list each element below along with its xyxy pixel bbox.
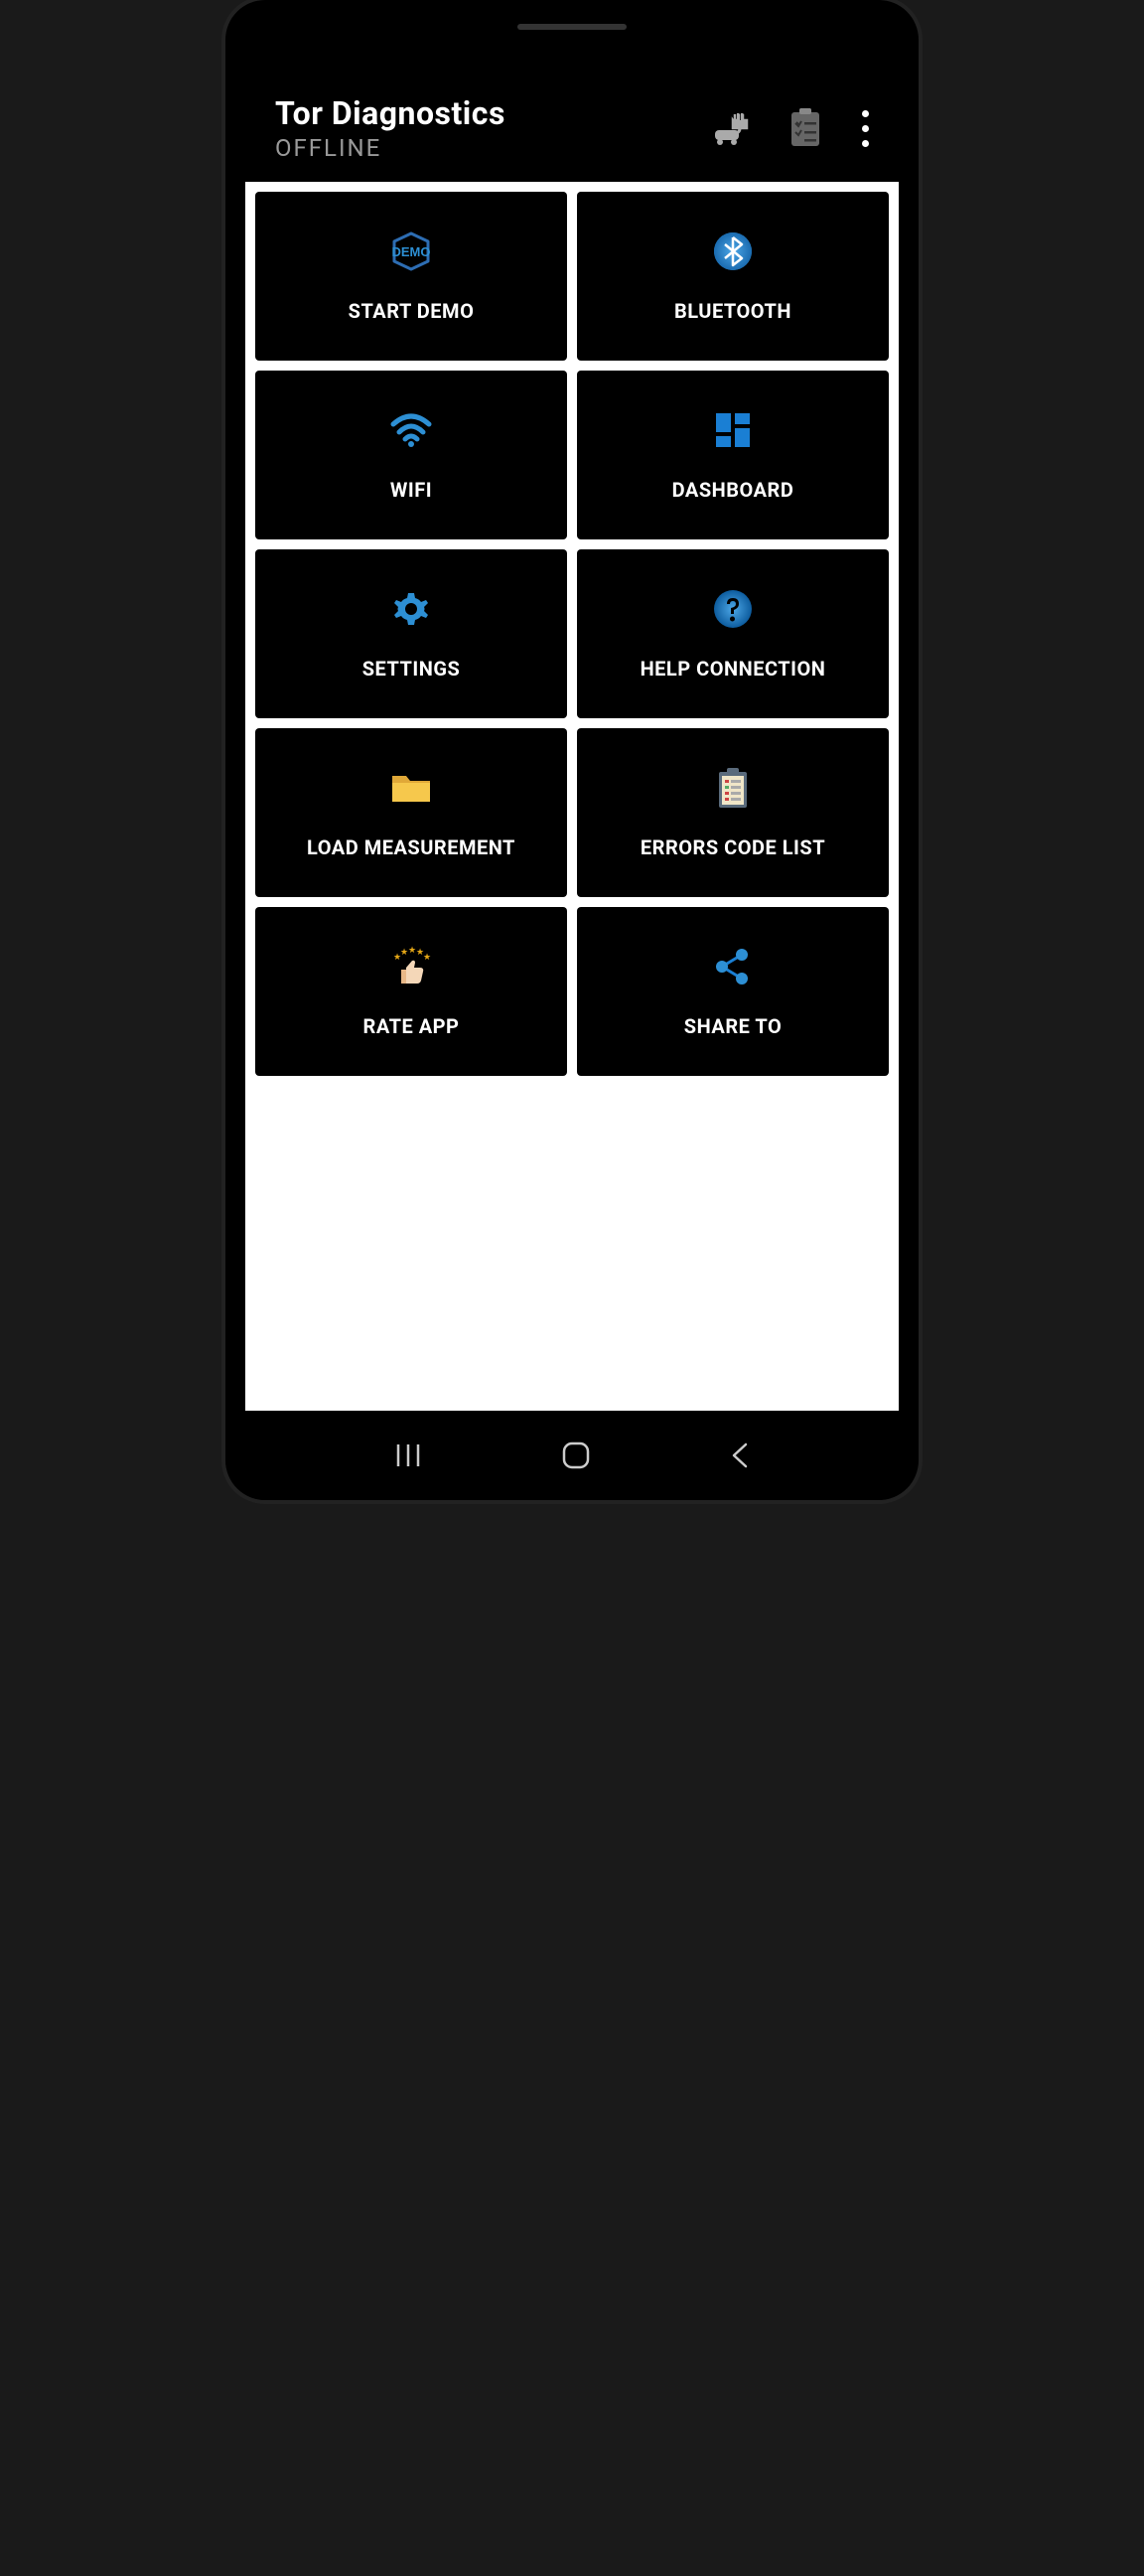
clipboard-errors-icon <box>715 766 751 810</box>
tile-label: START DEMO <box>349 299 475 323</box>
back-button[interactable] <box>730 1441 750 1469</box>
help-icon <box>713 587 753 631</box>
overflow-menu-button[interactable] <box>862 106 869 151</box>
share-to-tile[interactable]: SHARE TO <box>577 907 889 1076</box>
app-title: Tor Diagnostics <box>275 94 505 132</box>
start-demo-tile[interactable]: DEMO START DEMO <box>255 192 567 361</box>
svg-text:★: ★ <box>423 953 431 963</box>
settings-tile[interactable]: SETTINGS <box>255 549 567 718</box>
phone-frame: Tor Diagnostics OFFLINE <box>225 0 919 1500</box>
tile-label: SHARE TO <box>684 1014 782 1038</box>
tile-label: ERRORS CODE LIST <box>641 835 825 859</box>
demo-icon: DEMO <box>386 229 436 273</box>
wifi-tile[interactable]: WIFI <box>255 371 567 539</box>
tile-label: SETTINGS <box>362 657 461 681</box>
header-titles: Tor Diagnostics OFFLINE <box>275 94 505 162</box>
tile-label: HELP CONNECTION <box>641 657 826 681</box>
home-button[interactable] <box>561 1440 591 1470</box>
app-header: Tor Diagnostics OFFLINE <box>245 79 899 182</box>
errors-code-list-tile[interactable]: ERRORS CODE LIST <box>577 728 889 897</box>
tile-label: LOAD MEASUREMENT <box>307 835 515 859</box>
bluetooth-tile[interactable]: BLUETOOTH <box>577 192 889 361</box>
svg-text:★: ★ <box>408 946 416 956</box>
dashboard-tile[interactable]: DASHBOARD <box>577 371 889 539</box>
gear-icon <box>391 587 431 631</box>
tile-label: WIFI <box>390 478 432 502</box>
tile-label: RATE APP <box>363 1014 460 1038</box>
connection-status: OFFLINE <box>275 134 505 162</box>
rate-app-tile[interactable]: ★ ★ ★ ★ ★ RATE APP <box>255 907 567 1076</box>
menu-grid: DEMO START DEMO BLUETOOTH <box>255 192 889 1076</box>
screen: Tor Diagnostics OFFLINE <box>245 20 899 1500</box>
main-content: DEMO START DEMO BLUETOOTH <box>245 182 899 1411</box>
obd-connector-icon[interactable] <box>709 108 749 148</box>
task-list-icon[interactable] <box>788 108 822 148</box>
svg-text:★: ★ <box>400 948 408 958</box>
header-actions <box>709 106 869 151</box>
wifi-icon <box>389 408 433 452</box>
folder-icon <box>389 766 433 810</box>
svg-text:DEMO: DEMO <box>392 244 431 259</box>
recents-button[interactable] <box>394 1442 422 1468</box>
help-connection-tile[interactable]: HELP CONNECTION <box>577 549 889 718</box>
tile-label: BLUETOOTH <box>674 299 791 323</box>
tile-label: DASHBOARD <box>672 478 794 502</box>
system-nav-bar <box>245 1411 899 1500</box>
rate-icon: ★ ★ ★ ★ ★ <box>387 945 435 988</box>
load-measurement-tile[interactable]: LOAD MEASUREMENT <box>255 728 567 897</box>
bluetooth-icon <box>713 229 753 273</box>
share-icon <box>712 945 754 988</box>
dashboard-icon <box>713 408 753 452</box>
empty-space <box>255 1076 889 1401</box>
phone-speaker <box>517 24 627 30</box>
